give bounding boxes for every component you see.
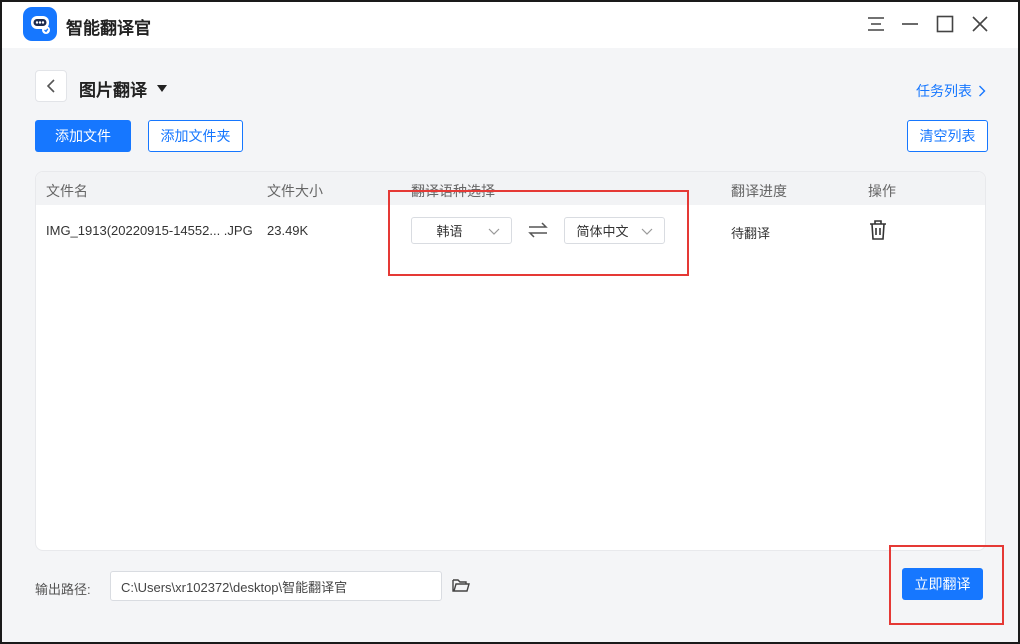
swap-languages-icon[interactable] — [527, 220, 549, 240]
add-file-button[interactable]: 添加文件 — [35, 120, 131, 152]
clear-list-button[interactable]: 清空列表 — [907, 120, 988, 152]
chevron-down-icon — [641, 228, 653, 235]
column-filename: 文件名 — [46, 183, 88, 199]
file-size: 23.49K — [267, 223, 309, 238]
page-title: 图片翻译 — [79, 81, 147, 100]
file-name: IMG_1913(20220915-14552... .JPG — [46, 223, 253, 238]
title-bar: 智能翻译官 — [2, 2, 1018, 48]
app-title: 智能翻译官 — [66, 19, 151, 38]
app-logo-icon — [23, 7, 57, 41]
chevron-down-icon — [488, 228, 500, 235]
add-folder-button[interactable]: 添加文件夹 — [148, 120, 243, 152]
source-language-select[interactable]: 韩语 — [411, 217, 512, 244]
back-button[interactable] — [35, 70, 67, 102]
file-table: 文件名 文件大小 翻译语种选择 翻译进度 操作 IMG_1913(2022091… — [35, 171, 986, 551]
chevron-right-icon — [979, 85, 986, 97]
table-header: 文件名 文件大小 翻译语种选择 翻译进度 操作 — [36, 172, 985, 205]
column-progress: 翻译进度 — [731, 183, 787, 199]
task-list-label: 任务列表 — [916, 83, 972, 99]
trash-icon[interactable] — [868, 219, 888, 241]
maximize-icon[interactable] — [931, 10, 959, 38]
caret-down-icon — [157, 85, 167, 92]
minimize-icon[interactable] — [896, 10, 924, 38]
output-path-label: 输出路径: — [35, 582, 91, 597]
task-list-link[interactable]: 任务列表 — [916, 81, 986, 101]
column-action: 操作 — [868, 183, 896, 199]
column-language: 翻译语种选择 — [411, 183, 495, 199]
output-path-field[interactable]: C:\Users\xr102372\desktop\智能翻译官 — [110, 571, 442, 601]
target-language-select[interactable]: 简体中文 — [564, 217, 665, 244]
folder-open-icon[interactable] — [452, 577, 470, 593]
page-title-dropdown[interactable]: 图片翻译 — [79, 76, 167, 101]
table-row: IMG_1913(20220915-14552... .JPG 23.49K 韩… — [36, 205, 985, 255]
translate-now-button[interactable]: 立即翻译 — [902, 568, 983, 600]
translation-status: 待翻译 — [731, 226, 771, 241]
close-icon[interactable] — [966, 10, 994, 38]
chevron-left-icon — [46, 79, 55, 93]
app-window: 智能翻译官 图片翻译 任务列表 添加文件 添加文件夹 清空列表 文件名 文件大小… — [0, 0, 1020, 644]
source-language-value: 韩语 — [436, 224, 463, 239]
column-filesize: 文件大小 — [267, 183, 323, 199]
menu-icon[interactable] — [862, 10, 890, 38]
target-language-value: 简体中文 — [576, 224, 629, 239]
